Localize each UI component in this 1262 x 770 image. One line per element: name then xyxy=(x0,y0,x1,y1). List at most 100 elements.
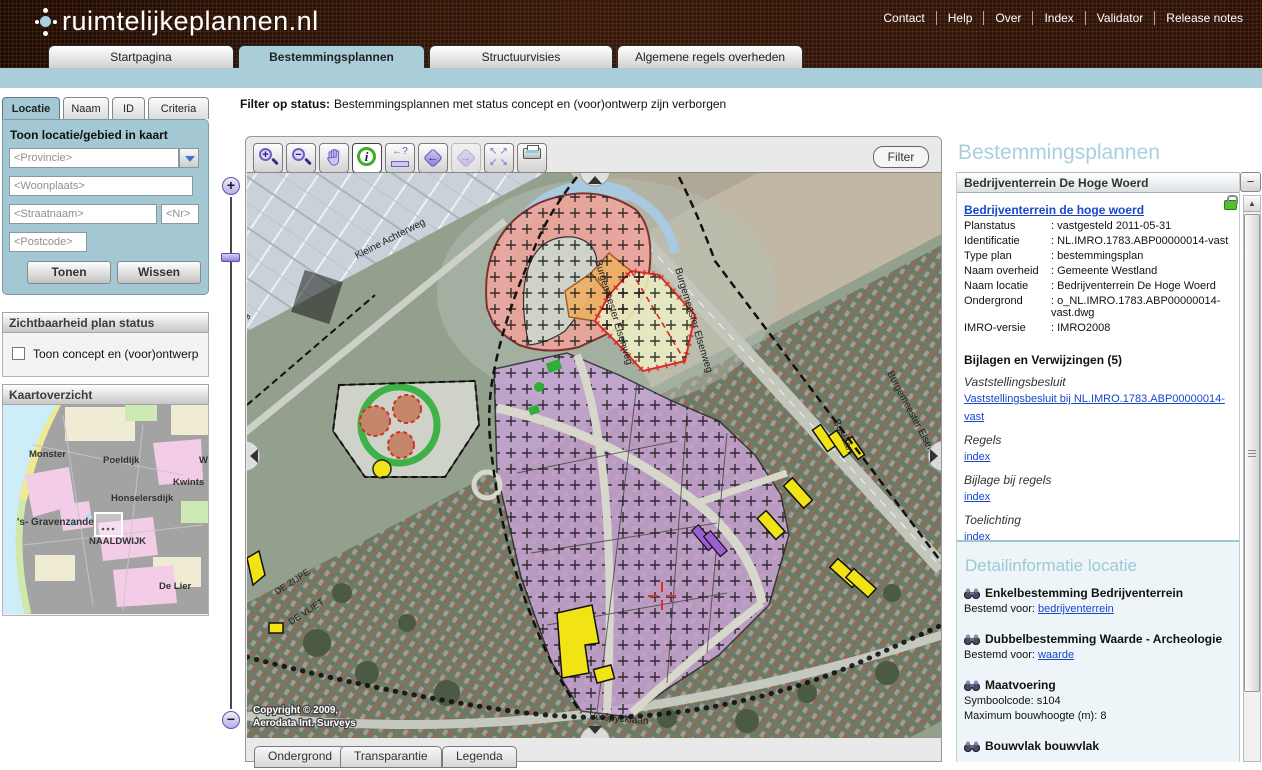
measure-button[interactable]: ←?→ xyxy=(385,143,415,173)
attachment-caption: Regels xyxy=(964,433,1236,447)
binoculars-icon xyxy=(964,680,980,691)
detail-row: Naam overheidGemeente Westland xyxy=(964,265,1236,277)
top-nav: ContactHelpOverIndexValidatorRelease not… xyxy=(872,9,1254,27)
binoculars-icon xyxy=(964,741,980,752)
detail-info-title: Detailinformatie locatie xyxy=(965,556,1137,576)
tab-ondergrond[interactable]: Ondergrond xyxy=(254,746,346,768)
detail-row: Naam locatieBedrijventerrein De Hoge Woe… xyxy=(964,280,1236,292)
straatnaam-input[interactable] xyxy=(9,204,157,224)
print-icon xyxy=(523,148,541,159)
attachment-caption: Bijlage bij regels xyxy=(964,473,1236,487)
sidebar-tab-locatie[interactable]: Locatie xyxy=(2,97,60,119)
overview-label-kwints: Kwints xyxy=(173,477,204,488)
nav-index[interactable]: Index xyxy=(1033,11,1085,25)
filter-status-label: Filter op status: xyxy=(240,97,330,111)
overview-map[interactable]: Monster Poeldijk W Kwints Honselersdijk … xyxy=(3,405,208,614)
nav-contact[interactable]: Contact xyxy=(872,11,936,25)
attachment-link[interactable]: index xyxy=(964,451,990,463)
overview-extent-box[interactable] xyxy=(95,513,122,536)
detail-info-item: Bouwvlak bouwvlak xyxy=(964,739,1232,753)
concept-checkbox[interactable] xyxy=(12,347,25,360)
detail-row: Planstatusvastgesteld 2011-05-31 xyxy=(964,220,1236,232)
map-filter-button[interactable]: Filter xyxy=(873,146,929,168)
zoom-out-slider-button[interactable]: − xyxy=(222,711,240,729)
tonen-button[interactable]: Tonen xyxy=(27,261,111,284)
zoom-slider-track[interactable] xyxy=(230,197,232,709)
overview-label-honselersdijk: Honselersdijk xyxy=(111,493,174,504)
map-viewport[interactable]: Kleine Achterweg Kleine Achterweg Burgem… xyxy=(247,172,941,738)
next-extent-button[interactable]: → xyxy=(451,143,481,173)
site-header: ruimtelijkeplannen.nl ContactHelpOverInd… xyxy=(0,0,1262,68)
overview-panel-header: Kaartoverzicht xyxy=(2,384,209,405)
visibility-panel-body: Toon concept en (voor)ontwerp xyxy=(2,333,209,377)
info-button[interactable]: i xyxy=(352,143,382,173)
detail-info-item: Dubbelbestemming Waarde - Archeologie Be… xyxy=(964,632,1232,661)
results-panel-title: Bestemmingsplannen xyxy=(958,141,1160,165)
pan-button[interactable] xyxy=(319,143,349,173)
attachment-link[interactable]: index xyxy=(964,491,990,503)
pan-hand-icon xyxy=(326,149,342,166)
print-button[interactable] xyxy=(517,143,547,173)
nav-help[interactable]: Help xyxy=(937,11,985,25)
detail-row: IMRO-versieIMRO2008 xyxy=(964,322,1236,334)
province-dropdown-button[interactable] xyxy=(179,148,199,168)
info-icon: i xyxy=(357,147,376,166)
zoom-in-slider-button[interactable]: + xyxy=(222,177,240,195)
attachment-link[interactable]: Vaststellingsbesluit bij NL.IMRO.1783.AB… xyxy=(964,393,1225,423)
tab-startpagina[interactable]: Startpagina xyxy=(48,45,234,68)
chevron-down-icon xyxy=(185,156,195,162)
bestemd-voor-link[interactable]: bedrijventerrein xyxy=(1038,603,1114,615)
scrollbar-up-arrow[interactable]: ▲ xyxy=(1244,196,1260,212)
tab-structuurvisies[interactable]: Structuurvisies xyxy=(429,45,613,68)
postcode-input[interactable] xyxy=(9,232,87,252)
tab-bestemmingsplannen[interactable]: Bestemmingsplannen xyxy=(238,45,425,68)
filter-status-bar: Filter op status: Bestemmingsplannen met … xyxy=(240,97,726,111)
scrollbar-grip xyxy=(1248,453,1256,454)
filter-status-message: Bestemmingsplannen met status concept en… xyxy=(334,97,726,111)
bestemd-voor-link[interactable]: waarde xyxy=(1038,649,1074,661)
woonplaats-input[interactable] xyxy=(9,176,193,196)
plan-link[interactable]: Bedrijventerrein de hoge woerd xyxy=(964,203,1144,217)
zoom-slider-handle[interactable] xyxy=(221,253,240,262)
sidebar-tab-id[interactable]: ID xyxy=(112,97,145,119)
nav-validator[interactable]: Validator xyxy=(1086,11,1155,25)
logo-icon xyxy=(34,5,58,41)
nr-input[interactable] xyxy=(161,204,199,224)
zoom-in-button[interactable]: + xyxy=(253,143,283,173)
map-panel: + − i ←?→ ← → ↖↗↙↘ Filter xyxy=(245,136,942,762)
binoculars-icon xyxy=(964,634,980,645)
detail-row: IdentificatieNL.IMRO.1783.ABP00000014-va… xyxy=(964,235,1236,247)
tab-legenda[interactable]: Legenda xyxy=(442,746,517,768)
plan-details: Planstatusvastgesteld 2011-05-31 Identif… xyxy=(964,220,1236,337)
panel-scrollbar[interactable]: ▲ xyxy=(1243,195,1261,762)
tab-algemene-regels[interactable]: Algemene regels overheden xyxy=(617,45,803,68)
overview-label-poeldijk: Poeldijk xyxy=(103,455,140,466)
scrollbar-thumb[interactable] xyxy=(1244,214,1260,692)
location-panel-title: Toon locatie/gebied in kaart xyxy=(10,128,168,142)
overview-label-de-lier: De Lier xyxy=(159,581,192,592)
previous-extent-button[interactable]: ← xyxy=(418,143,448,173)
tab-transparantie[interactable]: Transparantie xyxy=(340,746,442,768)
full-extent-button[interactable]: ↖↗↙↘ xyxy=(484,143,514,173)
nav-over[interactable]: Over xyxy=(984,11,1033,25)
wissen-button[interactable]: Wissen xyxy=(117,261,201,284)
site-logo: ruimtelijkeplannen.nl xyxy=(62,6,319,37)
visibility-panel-header: Zichtbaarheid plan status xyxy=(2,312,209,333)
overview-label-w: W xyxy=(199,455,208,466)
plan-header: Bedrijventerrein De Hoge Woerd xyxy=(957,172,1239,193)
zoom-out-button[interactable]: − xyxy=(286,143,316,173)
detail-row: Ondergrondo_NL.IMRO.1783.ABP00000014-vas… xyxy=(964,295,1236,319)
nav-release-notes[interactable]: Release notes xyxy=(1155,11,1254,25)
location-panel: Toon locatie/gebied in kaart Tonen Wisse… xyxy=(2,119,209,295)
collapse-panel-button[interactable]: − xyxy=(1240,172,1261,192)
map-copyright-line1: Copyright © 2009, xyxy=(253,705,338,716)
sidebar-tab-naam[interactable]: Naam xyxy=(63,97,109,119)
map-copyright-line2: Aerodata Int. Surveys xyxy=(253,718,356,729)
sidebar-tab-criteria[interactable]: Criteria xyxy=(148,97,209,119)
full-extent-icon: ↖↗↙↘ xyxy=(489,146,510,168)
binoculars-icon xyxy=(964,588,980,599)
province-select[interactable] xyxy=(9,148,179,168)
plan-result-box: Bedrijventerrein De Hoge Woerd Bedrijven… xyxy=(956,172,1240,762)
attachment-caption: Toelichting xyxy=(964,513,1236,527)
zoom-in-icon: + xyxy=(259,148,272,161)
